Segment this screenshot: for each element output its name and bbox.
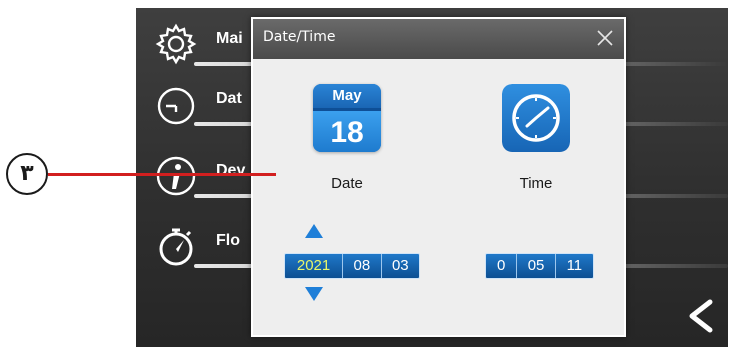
chevron-left-icon[interactable] (682, 296, 722, 336)
day-field[interactable]: 03 (382, 254, 419, 278)
minute-field[interactable]: 05 (517, 254, 556, 278)
menu-item-label: Mai (216, 30, 243, 47)
calendar-day: 18 (313, 108, 381, 152)
date-spinner[interactable]: 2021 08 03 (284, 253, 420, 279)
info-icon (156, 156, 196, 196)
close-icon[interactable] (594, 27, 616, 49)
clock-icon[interactable] (502, 84, 570, 152)
date-label: Date (331, 175, 363, 192)
clock-outline-icon (157, 87, 195, 125)
menu-item-label: Flo (216, 232, 240, 249)
date-time-dialog: Date/Time May 18 Date Time 2021 08 03 0 … (251, 17, 626, 337)
gear-icon (155, 23, 197, 65)
year-field[interactable]: 2021 (285, 254, 344, 278)
hour-field[interactable]: 0 (486, 254, 518, 278)
callout-line (48, 173, 276, 176)
decrement-arrow-icon[interactable] (305, 287, 323, 301)
time-spinner[interactable]: 0 05 11 (485, 253, 594, 279)
month-field[interactable]: 08 (343, 254, 382, 278)
calendar-icon[interactable]: May 18 (313, 84, 381, 152)
menu-item-label: Dev (216, 162, 246, 179)
second-field[interactable]: 11 (556, 254, 593, 278)
dialog-header: Date/Time (253, 19, 624, 59)
callout-number: ۳ (6, 153, 48, 195)
stopwatch-icon (159, 228, 193, 266)
time-label: Time (519, 175, 553, 192)
increment-arrow-icon[interactable] (305, 224, 323, 238)
dialog-title: Date/Time (263, 29, 336, 45)
menu-item-label: Dat (216, 90, 242, 107)
calendar-month: May (313, 84, 381, 108)
